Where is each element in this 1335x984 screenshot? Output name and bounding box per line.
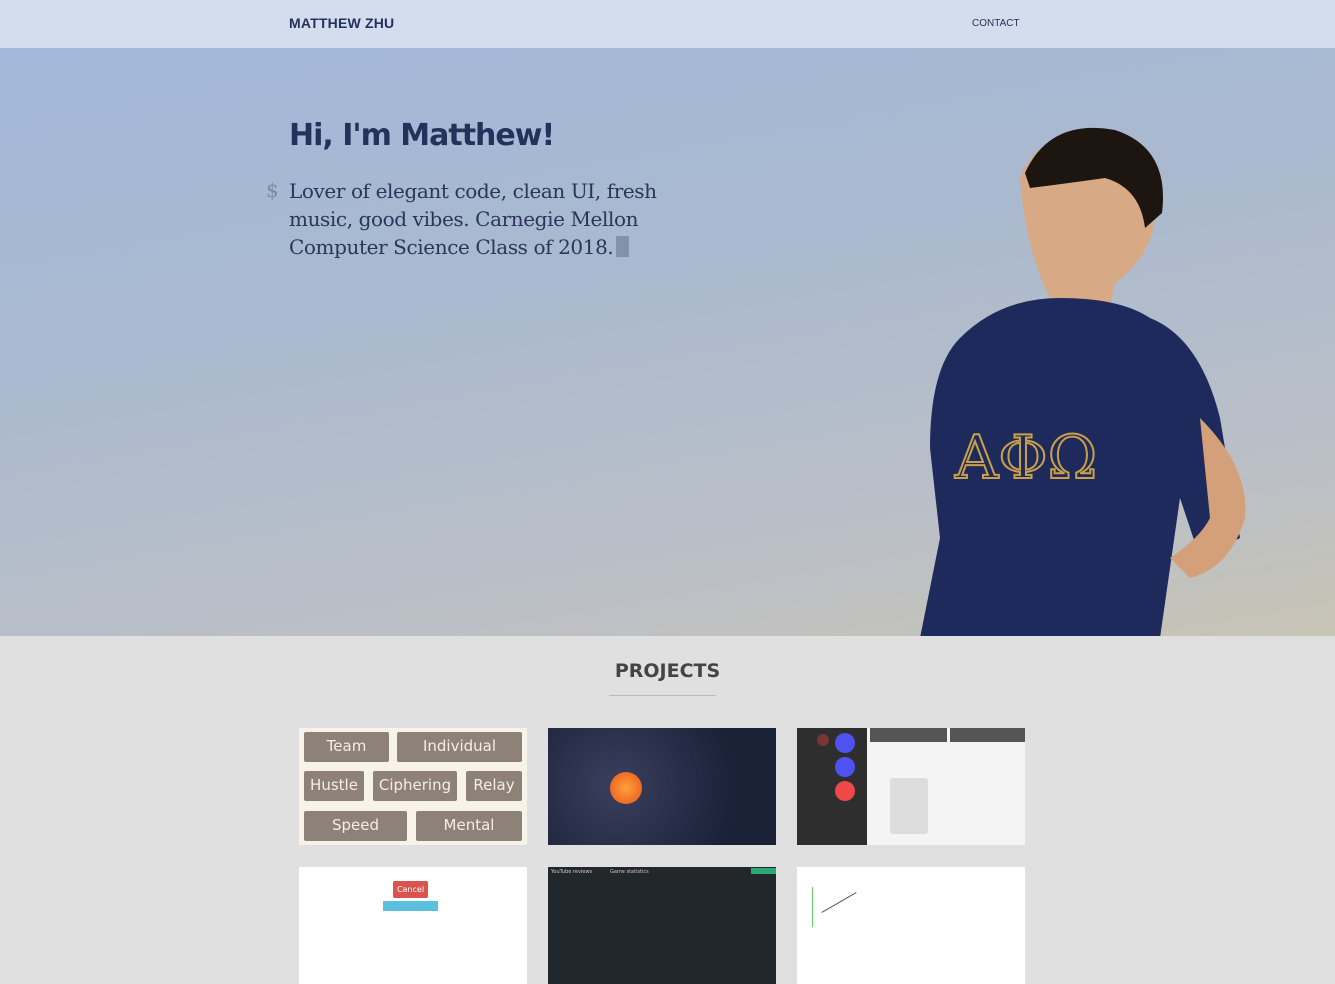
- sun-graphic: [610, 772, 642, 804]
- heading-divider: [609, 695, 716, 696]
- terminal-prompt: $: [266, 178, 279, 202]
- project-thumbnail-tree-diagram[interactable]: [797, 867, 1025, 984]
- hero-section: Hi, I'm Matthew! $ Lover of elegant code…: [0, 48, 1335, 636]
- project-thumbnail-web-form[interactable]: Cancel: [299, 867, 527, 984]
- projects-heading: PROJECTS: [614, 660, 721, 682]
- profile-photo: ΑΦΩ: [920, 127, 1246, 636]
- hero-tagline: Lover of elegant code, clean UI, fresh m…: [289, 177, 669, 261]
- thumb-left-title: YouTube reviews: [551, 869, 593, 875]
- thumb-button: Ciphering: [373, 771, 457, 801]
- thumb-button: Team: [304, 732, 389, 762]
- contact-link[interactable]: CONTACT: [972, 18, 1020, 29]
- project-thumbnail-math-contest[interactable]: Team Individual Hustle Ciphering Relay S…: [299, 728, 527, 845]
- top-nav: MATTHEW ZHU CONTACT: [0, 0, 1335, 48]
- brand-link[interactable]: MATTHEW ZHU: [289, 15, 394, 31]
- thumb-button: Individual: [397, 732, 522, 762]
- thumb-right-title: Game statistics: [610, 869, 649, 875]
- thumb-button: Speed: [304, 811, 407, 841]
- svg-text:ΑΦΩ: ΑΦΩ: [954, 423, 1097, 493]
- project-thumbnail-solar-system[interactable]: [548, 728, 776, 845]
- hero-heading: Hi, I'm Matthew!: [289, 118, 555, 153]
- text-cursor: [616, 236, 630, 257]
- thumb-button: Hustle: [304, 771, 364, 801]
- tagline-text: Lover of elegant code, clean UI, fresh m…: [289, 179, 657, 259]
- thumb-button: Mental: [416, 811, 522, 841]
- app-panel-dark: [797, 728, 867, 845]
- thumb-button: Relay: [466, 771, 522, 801]
- project-thumbnail-game-stats[interactable]: YouTube reviews Game statistics: [548, 867, 776, 984]
- cancel-button: Cancel: [393, 881, 428, 898]
- project-thumbnail-android-app[interactable]: [797, 728, 1025, 845]
